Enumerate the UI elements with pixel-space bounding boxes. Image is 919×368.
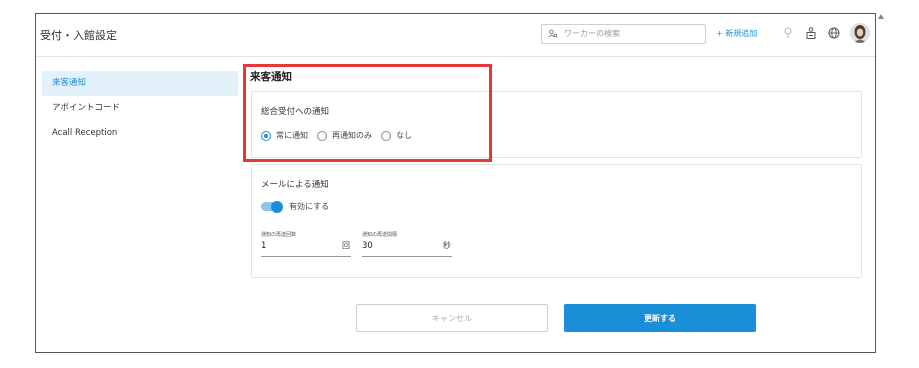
search-placeholder: ワーカーの検索 (564, 29, 620, 38)
renotify-interval-unit: 秒 (443, 241, 451, 250)
renotify-count-label: 通知の再送回数 (261, 232, 297, 238)
renotify-count-unit: 回 (342, 241, 350, 250)
renotify-count-field[interactable]: 通知の再送回数 1 回 (261, 231, 351, 257)
enable-email-toggle[interactable] (261, 200, 283, 213)
toggle-label: 有効にする (289, 202, 330, 211)
sidebar-item-visitor-notification[interactable]: 来客通知 (42, 71, 238, 96)
radio-label: なし (396, 131, 412, 140)
sidebar-item-label: 来客通知 (52, 78, 87, 88)
renotify-interval-field[interactable]: 通知の再送間隔 30 秒 (362, 231, 452, 257)
reception-notification-title: 総合受付への通知 (261, 107, 330, 117)
enable-toggle-row: 有効にする (261, 200, 330, 213)
section-title: 来客通知 (250, 71, 292, 83)
reception-notification-radio-group: 常に通知 再通知のみ なし (261, 130, 421, 141)
worker-search-icon (548, 29, 558, 38)
settings-sidebar: 来客通知 アポイントコード Acall Reception (42, 71, 238, 146)
page-title: 受付・入館設定 (40, 29, 117, 42)
renotify-interval-label: 通知の再送間隔 (362, 232, 398, 238)
radio-none[interactable]: なし (381, 130, 412, 141)
scroll-up-icon[interactable] (878, 14, 884, 19)
radio-renotify-only[interactable]: 再通知のみ (317, 130, 372, 141)
sidebar-item-label: アポイントコード (52, 103, 121, 113)
user-avatar[interactable] (850, 23, 870, 43)
email-notification-title: メールによる通知 (261, 180, 329, 190)
reception-notification-card: 総合受付への通知 常に通知 再通知のみ なし (251, 91, 862, 158)
top-header: 受付・入館設定 ワーカーの検索 + 新規追加 (36, 14, 875, 57)
globe-icon[interactable] (827, 26, 841, 40)
sidebar-item-appointment-code[interactable]: アポイントコード (42, 96, 238, 121)
sidebar-item-label: Acall Reception (52, 128, 118, 138)
radio-unchecked-icon[interactable] (317, 130, 327, 141)
avatar-image (850, 23, 870, 43)
renotify-count-value[interactable]: 1 (261, 241, 266, 251)
add-new-button[interactable]: + 新規追加 (716, 28, 757, 39)
radio-always-notify[interactable]: 常に通知 (261, 130, 308, 141)
radio-unchecked-icon[interactable] (381, 130, 391, 141)
sidebar-item-acall-reception[interactable]: Acall Reception (42, 121, 238, 146)
email-notification-card: メールによる通知 有効にする 通知の再送回数 1 回 通知の再送間隔 30 秒 (251, 164, 862, 278)
radio-checked-icon[interactable] (261, 130, 271, 141)
radio-label: 再通知のみ (332, 131, 372, 140)
renotify-interval-value[interactable]: 30 (362, 241, 373, 251)
location-pin-icon[interactable] (781, 26, 795, 40)
update-button[interactable]: 更新する (564, 304, 756, 332)
app-window: 受付・入館設定 ワーカーの検索 + 新規追加 来客通知 アポイントコード Aca… (35, 13, 876, 353)
worker-search-input[interactable]: ワーカーの検索 (541, 24, 706, 44)
cancel-button[interactable]: キャンセル (356, 304, 548, 332)
visitor-badge-icon[interactable] (804, 26, 818, 40)
radio-label: 常に通知 (276, 131, 308, 140)
